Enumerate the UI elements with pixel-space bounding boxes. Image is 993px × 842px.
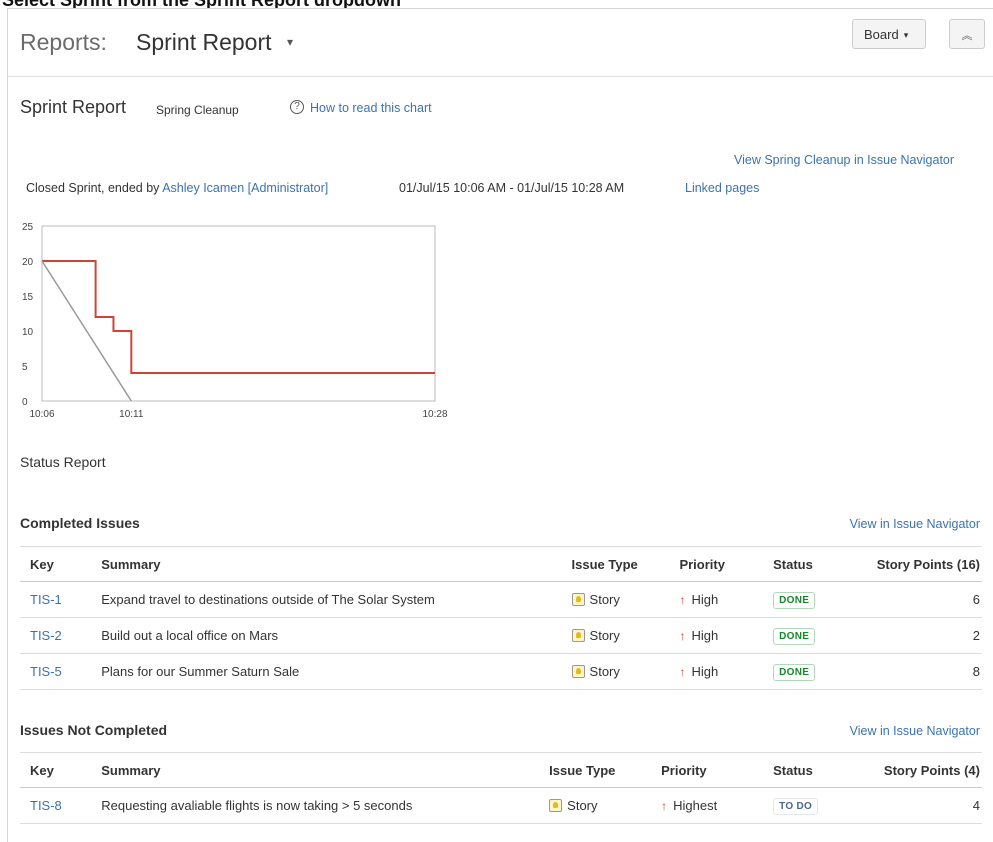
completed-view-in-navigator-link[interactable]: View in Issue Navigator [850, 517, 980, 531]
not-completed-view-in-navigator-link[interactable]: View in Issue Navigator [850, 724, 980, 738]
y-tick-label: 10 [22, 327, 34, 338]
status-cell: DONE [763, 617, 840, 654]
x-tick-label: 10:06 [29, 409, 54, 420]
issue-type-cell: Story [561, 581, 670, 618]
completed-issues-heading: Completed Issues [20, 515, 140, 531]
priority-arrow-up-icon: ↑ [661, 799, 668, 813]
issue-key-cell: TIS-2 [20, 617, 92, 654]
column-header: Issue Type [561, 546, 670, 582]
y-tick-label: 5 [22, 362, 28, 373]
status-cell: DONE [763, 581, 840, 618]
y-tick-label: 0 [22, 397, 28, 408]
status-badge: DONE [773, 591, 816, 609]
completed-issues-table: Key Summary Issue Type Priority Status Story … [20, 546, 982, 690]
priority-cell: ↑ High [669, 581, 764, 618]
column-header: Priority [651, 752, 764, 788]
ended-by-user-link[interactable]: Ashley Icamen [Administrator] [162, 181, 328, 195]
board-button[interactable]: Board ▾ [852, 19, 926, 49]
issue-type-cell: Story [561, 617, 670, 654]
story-points: 2 [839, 617, 982, 654]
priority-cell: ↑ High [669, 617, 764, 654]
issue-key-cell: TIS-5 [20, 653, 92, 690]
issue-summary: Requesting avaliable flights is now taki… [91, 787, 540, 824]
issue-type-cell: Story [561, 653, 670, 690]
chevron-down-icon[interactable]: ▾ [287, 35, 293, 49]
issue-summary: Expand travel to destinations outside of… [91, 581, 562, 618]
how-to-read-chart-link[interactable]: How to read this chart [310, 101, 432, 115]
status-cell: TO DO [763, 787, 840, 824]
column-header: Summary [91, 752, 540, 788]
column-header: Story Points (16) [839, 546, 982, 582]
table-header-row: Key Summary Issue Type Priority Status Story … [20, 752, 982, 788]
column-header: Story Points (4) [839, 752, 982, 788]
story-icon [571, 593, 585, 606]
view-in-issue-navigator-link[interactable]: View Spring Cleanup in Issue Navigator [734, 153, 954, 167]
chevron-down-icon: ▾ [903, 30, 909, 40]
sprint-report-panel: Reports: Sprint Report ▾ Board ▾ ︽ Sprint… [7, 8, 993, 842]
issue-key-link[interactable]: TIS-5 [30, 664, 62, 679]
status-badge: TO DO [773, 797, 819, 815]
issue-key-link[interactable]: TIS-2 [30, 628, 62, 643]
sprint-report-heading: Sprint Report [20, 97, 127, 117]
column-header: Key [20, 546, 92, 582]
linked-pages-link[interactable]: Linked pages [685, 181, 759, 195]
top-instruction-text: Select Sprint from the Sprint Report dro… [0, 0, 993, 8]
chart-plot-area [41, 225, 436, 402]
priority-arrow-up-icon: ↑ [679, 629, 686, 643]
status-badge: DONE [773, 663, 816, 681]
priority-arrow-up-icon: ↑ [679, 593, 686, 607]
table-row: TIS-5 Plans for our Summer Saturn Sale Sto… [20, 653, 982, 690]
column-header: Key [20, 752, 92, 788]
column-header: Status [763, 752, 840, 788]
priority-cell: ↑ Highest [651, 787, 764, 824]
not-completed-issues-table: Key Summary Issue Type Priority Status Story … [20, 752, 982, 824]
issue-key-cell: TIS-8 [20, 787, 92, 824]
closed-prefix: Closed Sprint, ended by [26, 181, 163, 195]
issues-not-completed-heading: Issues Not Completed [20, 722, 168, 738]
double-chevron-up-icon[interactable]: ︽ [949, 19, 985, 49]
table-header-row: Key Summary Issue Type Priority Status Story … [20, 546, 982, 582]
story-icon [571, 665, 585, 678]
y-tick-label: 25 [22, 222, 34, 233]
table-row: TIS-1 Expand travel to destinations outsi… [20, 581, 982, 618]
story-icon [571, 629, 585, 642]
help-icon[interactable]: ? [290, 100, 304, 114]
report-type-dropdown[interactable]: Sprint Report [136, 29, 272, 56]
breadcrumb-prefix: Reports: [20, 29, 107, 55]
priority-arrow-up-icon: ↑ [679, 665, 686, 679]
sprint-closed-info: Closed Sprint, ended by Ashley Icamen [A… [26, 181, 759, 195]
sprint-name: Spring Cleanup [156, 103, 239, 117]
y-tick-label: 15 [22, 292, 34, 303]
story-points: 6 [839, 581, 982, 618]
status-cell: DONE [763, 653, 840, 690]
priority-cell: ↑ High [669, 653, 764, 690]
column-header: Summary [91, 546, 562, 582]
column-header: Status [763, 546, 840, 582]
column-header: Priority [669, 546, 764, 582]
y-tick-label: 20 [22, 257, 34, 268]
issue-key-link[interactable]: TIS-8 [30, 798, 62, 813]
issue-summary: Plans for our Summer Saturn Sale [91, 653, 562, 690]
status-report-heading: Status Report [20, 454, 106, 470]
chart-axes [41, 225, 436, 402]
report-header: Reports: Sprint Report ▾ Board ▾ ︽ [8, 9, 993, 77]
table-row: TIS-8 Requesting avaliable flights is now… [20, 787, 982, 824]
column-header: Issue Type [539, 752, 652, 788]
table-row: TIS-2 Build out a local office on Mars Sto… [20, 617, 982, 654]
issue-key-cell: TIS-1 [20, 581, 92, 618]
issue-key-link[interactable]: TIS-1 [30, 592, 62, 607]
status-badge: DONE [773, 627, 816, 645]
x-tick-label: 10:28 [422, 409, 447, 420]
x-tick-label: 10:11 [119, 409, 144, 420]
issue-type-cell: Story [539, 787, 652, 824]
story-icon [549, 799, 563, 812]
sprint-dates: 01/Jul/15 10:06 AM - 01/Jul/15 10:28 AM [399, 181, 625, 195]
story-points: 4 [839, 787, 982, 824]
story-points: 8 [839, 653, 982, 690]
board-button-label: Board [864, 27, 899, 42]
issue-summary: Build out a local office on Mars [91, 617, 562, 654]
burndown-chart: 0 5 10 15 20 25 10:06 10:11 10:28 [22, 222, 448, 420]
